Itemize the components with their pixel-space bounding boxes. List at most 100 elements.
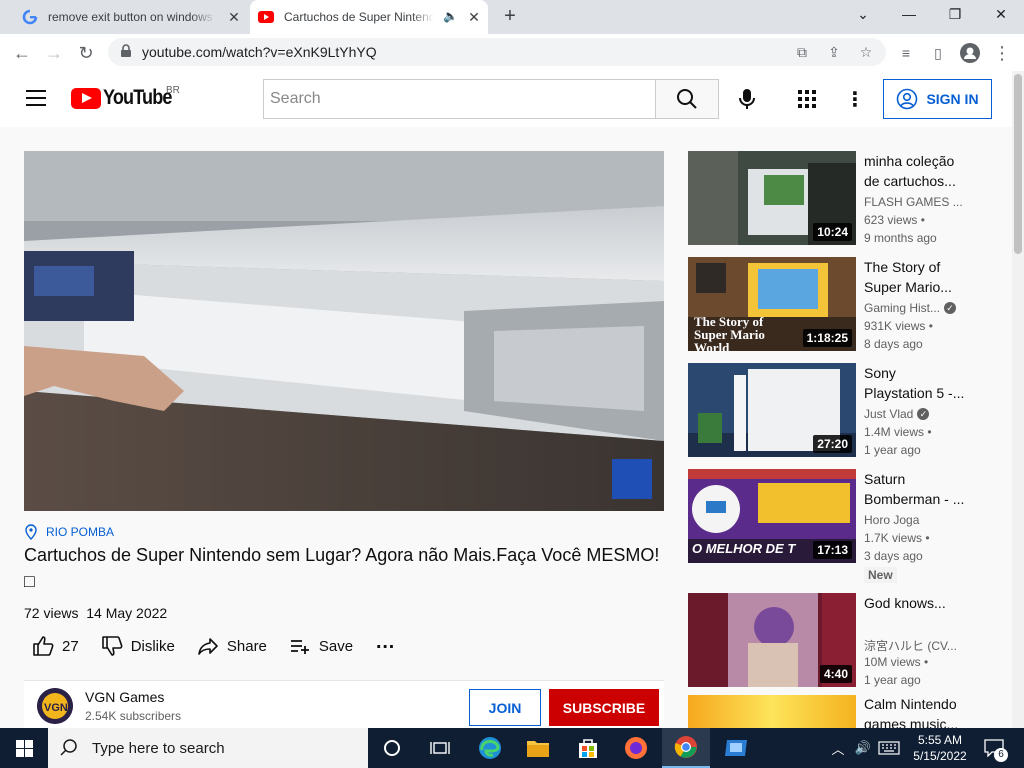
dislike-label: Dislike	[130, 637, 175, 655]
recommended-title[interactable]: God knows...	[864, 593, 968, 613]
close-tab-icon[interactable]: ✕	[466, 9, 482, 25]
more-options-icon[interactable]: ⋮	[843, 87, 867, 111]
video-title: Cartuchos de Super Nintendo sem Lugar? A…	[24, 545, 660, 591]
close-window-button[interactable]: ✕	[978, 0, 1024, 30]
minimize-button[interactable]: —	[886, 0, 932, 30]
subscribe-button[interactable]: SUBSCRIBE	[549, 689, 659, 726]
like-button[interactable]: 27	[32, 635, 79, 657]
youtube-play-icon	[71, 87, 101, 109]
edge-browser-icon[interactable]	[466, 728, 514, 768]
sign-in-button[interactable]: SIGN IN	[883, 79, 992, 119]
url-text: youtube.com/watch?v=eXnK9LtYhYQ	[142, 44, 377, 60]
video-thumbnail[interactable]: The Story of Super Mario World 1:18:25	[688, 257, 856, 351]
channel-label: Just Vlad	[864, 407, 914, 421]
file-explorer-icon[interactable]	[514, 728, 562, 768]
keyboard-icon[interactable]	[876, 728, 902, 768]
tab-google-search[interactable]: remove exit button on windows 7 ✕	[12, 0, 248, 34]
video-metadata: 72 views 14 May 2022	[24, 605, 167, 621]
profile-avatar-icon[interactable]	[956, 39, 984, 67]
video-duration: 1:18:25	[802, 329, 852, 347]
search-icon	[677, 89, 697, 109]
svg-text:VGN: VGN	[44, 702, 68, 714]
recommended-video[interactable]: Calm Nintendo games music...	[688, 695, 988, 728]
scrollbar-thumb[interactable]	[1014, 74, 1022, 254]
bookmark-star-icon[interactable]: ☆	[856, 42, 876, 62]
chrome-icon[interactable]	[662, 728, 710, 768]
system-clock[interactable]: 5:55 AM 5/15/2022	[904, 732, 976, 764]
recommended-title[interactable]: Calm Nintendo games music...	[864, 695, 968, 728]
task-view-icon[interactable]	[416, 728, 464, 768]
firefox-icon[interactable]	[612, 728, 660, 768]
recommended-title[interactable]: Sony Playstation 5 -...	[864, 363, 968, 403]
sign-in-label: SIGN IN	[926, 91, 979, 107]
like-count: 27	[62, 637, 79, 655]
back-arrow-icon[interactable]: ←	[8, 39, 36, 67]
volume-icon[interactable]: 🔊	[852, 728, 874, 768]
close-tab-icon[interactable]: ✕	[226, 9, 242, 25]
media-control-icon[interactable]: ≡	[892, 39, 920, 67]
notification-center-icon[interactable]: 6	[980, 728, 1008, 768]
video-thumbnail[interactable]: O MELHOR DE T 17:13	[688, 469, 856, 563]
remote-desktop-icon[interactable]	[712, 728, 760, 768]
recommended-channel[interactable]: FLASH GAMES ...	[864, 195, 964, 209]
share-arrow-icon	[198, 638, 218, 655]
upload-date: 14 May 2022	[86, 605, 168, 621]
channel-bar: VGN VGN Games 2.54K subscribers JOIN SUB…	[24, 680, 664, 728]
dislike-button[interactable]: Dislike	[101, 635, 175, 657]
taskbar-search-box[interactable]: Type here to search	[48, 728, 368, 768]
page-scrollbar[interactable]	[1012, 71, 1024, 728]
video-duration: 10:24	[813, 223, 852, 241]
hamburger-menu-icon[interactable]	[26, 90, 46, 106]
reload-icon[interactable]: ↻	[72, 39, 100, 67]
save-button[interactable]: Save	[289, 635, 353, 657]
apps-grid-icon[interactable]	[795, 87, 819, 111]
video-thumbnail[interactable]	[688, 695, 856, 728]
video-duration: 17:13	[813, 541, 852, 559]
forward-arrow-icon[interactable]: →	[40, 39, 68, 67]
thumbs-up-icon	[33, 636, 54, 656]
join-button[interactable]: JOIN	[469, 689, 541, 726]
search-input[interactable]	[264, 80, 656, 118]
tab-search-chevron-icon[interactable]: ⌄	[840, 0, 886, 30]
translate-icon[interactable]: ⧉	[792, 42, 812, 62]
channel-label: 涼宮ハルヒ (CV...	[864, 639, 957, 653]
channel-name[interactable]: VGN Games	[85, 689, 164, 705]
cortana-icon[interactable]	[368, 728, 416, 768]
video-thumbnail[interactable]: 4:40	[688, 593, 856, 687]
microphone-icon[interactable]	[735, 87, 759, 111]
share-button[interactable]: Share	[197, 635, 267, 657]
new-tab-button[interactable]: +	[498, 5, 522, 29]
playlist-add-icon	[290, 640, 309, 654]
channel-avatar[interactable]: VGN	[37, 688, 73, 724]
thumbnail-caption: O MELHOR DE T	[692, 541, 796, 556]
recommended-age: 8 days ago	[864, 337, 923, 351]
speaker-icon[interactable]: 🔈	[443, 9, 458, 23]
restore-button[interactable]: ❐	[932, 0, 978, 30]
video-thumbnail[interactable]: 10:24	[688, 151, 856, 245]
recommended-channel[interactable]: Gaming Hist... ✓	[864, 301, 964, 315]
tab-youtube-video[interactable]: Cartuchos de Super Nintendo sem Lugar? A…	[250, 0, 488, 34]
microsoft-store-icon[interactable]	[564, 728, 612, 768]
video-location[interactable]: RIO POMBA	[24, 524, 114, 540]
clock-date: 5/15/2022	[913, 749, 967, 763]
side-panel-icon[interactable]: ▯	[924, 39, 952, 67]
recommended-title[interactable]: The Story of Super Mario...	[864, 257, 968, 297]
recommended-views: 931K views •	[864, 319, 933, 333]
recommended-channel[interactable]: Just Vlad ✓	[864, 407, 964, 421]
show-hidden-icons-chevron-icon[interactable]: ︿	[828, 728, 848, 768]
recommended-channel[interactable]: 涼宮ハルヒ (CV...	[864, 637, 964, 654]
more-actions-icon[interactable]: …	[375, 631, 395, 654]
youtube-logo[interactable]: YouTube BR	[71, 85, 183, 110]
start-button[interactable]	[0, 728, 48, 768]
recommended-channel[interactable]: Horo Joga	[864, 513, 964, 527]
recommended-title[interactable]: Saturn Bomberman - ...	[864, 469, 968, 509]
address-bar[interactable]: youtube.com/watch?v=eXnK9LtYhYQ ⧉ ⇪ ☆	[108, 38, 886, 66]
share-page-icon[interactable]: ⇪	[824, 42, 844, 62]
lock-icon[interactable]	[120, 44, 136, 60]
recommended-title[interactable]: minha coleção de cartuchos...	[864, 151, 968, 191]
video-thumbnail[interactable]: 27:20	[688, 363, 856, 457]
search-button[interactable]	[655, 79, 719, 119]
recommended-age: 1 year ago	[864, 443, 921, 457]
browser-menu-icon[interactable]: ⋮	[988, 39, 1016, 67]
video-player[interactable]	[24, 151, 664, 511]
